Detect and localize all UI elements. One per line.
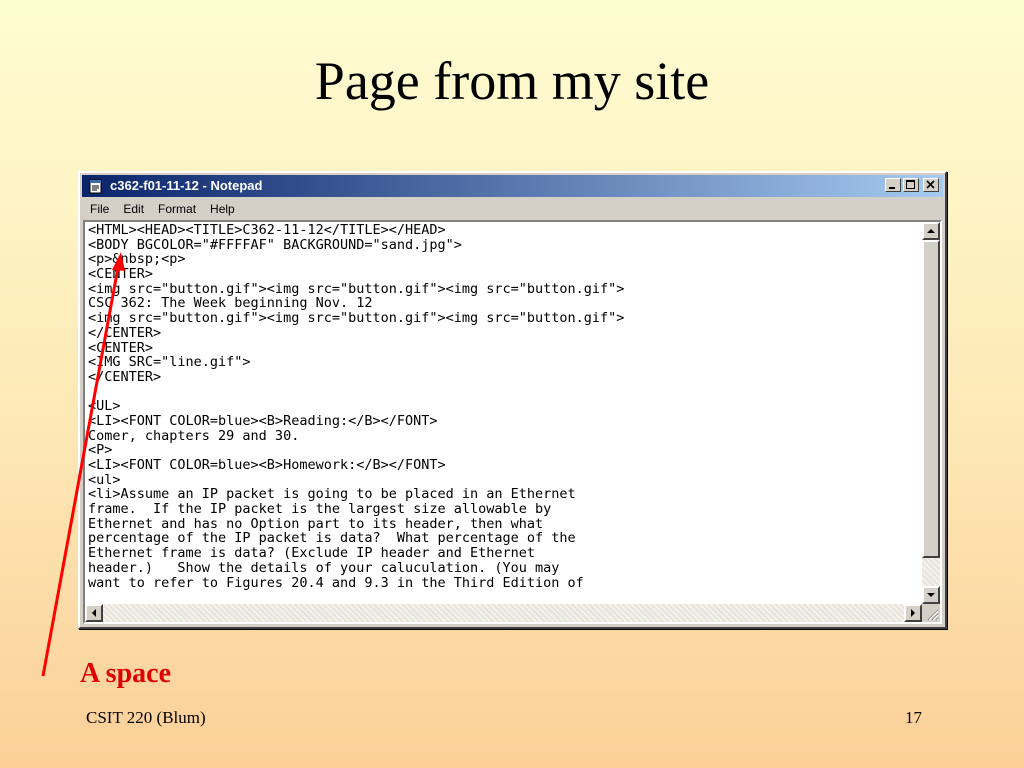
- notepad-window: c362-f01-11-12 - Notepad File Edit Forma…: [78, 171, 947, 629]
- scroll-left-button[interactable]: [85, 604, 103, 622]
- text-editor[interactable]: <HTML><HEAD><TITLE>C362-11-12</TITLE></H…: [83, 220, 942, 624]
- notepad-icon[interactable]: [88, 178, 104, 194]
- scroll-right-button[interactable]: [904, 604, 922, 622]
- maximize-button[interactable]: [903, 178, 919, 192]
- code-line[interactable]: CSC 362: The Week beginning Nov. 12: [88, 296, 920, 311]
- code-line[interactable]: percentage of the IP packet is data? Wha…: [88, 531, 920, 546]
- code-line[interactable]: frame. If the IP packet is the largest s…: [88, 502, 920, 517]
- code-line[interactable]: <IMG SRC="line.gif">: [88, 355, 920, 370]
- menu-edit[interactable]: Edit: [117, 202, 150, 216]
- vertical-scroll-thumb[interactable]: [922, 240, 940, 558]
- code-line[interactable]: Comer, chapters 29 and 30.: [88, 428, 920, 444]
- code-line[interactable]: </CENTER>: [88, 370, 920, 385]
- code-line[interactable]: <p>&nbsp;<p>: [88, 252, 920, 267]
- arrow-right-icon: [911, 609, 915, 617]
- code-line[interactable]: Ethernet frame is data? (Exclude IP head…: [88, 546, 920, 561]
- scroll-up-button[interactable]: [922, 222, 940, 240]
- editor-text[interactable]: <HTML><HEAD><TITLE>C362-11-12</TITLE></H…: [88, 223, 920, 602]
- minimize-button[interactable]: [885, 178, 901, 192]
- horizontal-scrollbar[interactable]: [85, 604, 922, 622]
- menu-help[interactable]: Help: [204, 202, 241, 216]
- slide-title: Page from my site: [314, 51, 710, 111]
- code-line[interactable]: <img src="button.gif"><img src="button.g…: [88, 282, 920, 297]
- arrow-left-icon: [92, 609, 96, 617]
- vertical-scrollbar[interactable]: [922, 222, 940, 604]
- scroll-down-button[interactable]: [922, 586, 940, 604]
- window-controls: [883, 178, 939, 194]
- close-icon: [926, 180, 935, 189]
- resize-grip-icon: [927, 609, 939, 621]
- code-line[interactable]: <ul>: [88, 472, 920, 488]
- code-line[interactable]: Ethernet and has no Option part to its h…: [88, 517, 920, 532]
- code-line[interactable]: <LI><FONT COLOR=blue><B>Reading:</B></FO…: [88, 414, 920, 429]
- close-button[interactable]: [923, 178, 939, 192]
- window-title: c362-f01-11-12 - Notepad: [110, 178, 263, 193]
- window-titlebar[interactable]: c362-f01-11-12 - Notepad: [82, 175, 943, 197]
- code-line[interactable]: <CENTER>: [88, 340, 920, 356]
- page-number: 17: [905, 708, 922, 727]
- code-line[interactable]: want to refer to Figures 20.4 and 9.3 in…: [88, 575, 920, 591]
- resize-grip[interactable]: [922, 604, 940, 622]
- code-line[interactable]: <BODY BGCOLOR="#FFFFAF" BACKGROUND="sand…: [88, 237, 920, 253]
- code-line[interactable]: </CENTER>: [88, 326, 920, 341]
- arrow-up-icon: [927, 229, 935, 233]
- maximize-icon: [906, 180, 915, 189]
- minimize-icon: [889, 187, 895, 189]
- menu-file[interactable]: File: [84, 202, 115, 216]
- code-line[interactable]: <P>: [88, 443, 920, 458]
- code-line[interactable]: [88, 385, 920, 400]
- footer-course: CSIT 220 (Blum): [86, 708, 206, 727]
- code-line[interactable]: <CENTER>: [88, 267, 920, 282]
- code-line[interactable]: <img src="button.gif"><img src="button.g…: [88, 311, 920, 326]
- arrow-down-icon: [927, 593, 935, 597]
- arrow-caption: A space: [80, 658, 171, 689]
- code-line[interactable]: <LI><FONT COLOR=blue><B>Homework:</B></F…: [88, 458, 920, 473]
- code-line[interactable]: <HTML><HEAD><TITLE>C362-11-12</TITLE></H…: [88, 223, 920, 238]
- code-line[interactable]: header.) Show the details of your calucu…: [88, 561, 920, 576]
- menu-format[interactable]: Format: [152, 202, 202, 216]
- code-line[interactable]: <li>Assume an IP packet is going to be p…: [88, 487, 920, 502]
- code-line[interactable]: <UL>: [88, 399, 920, 414]
- menu-bar: File Edit Format Help: [82, 199, 943, 219]
